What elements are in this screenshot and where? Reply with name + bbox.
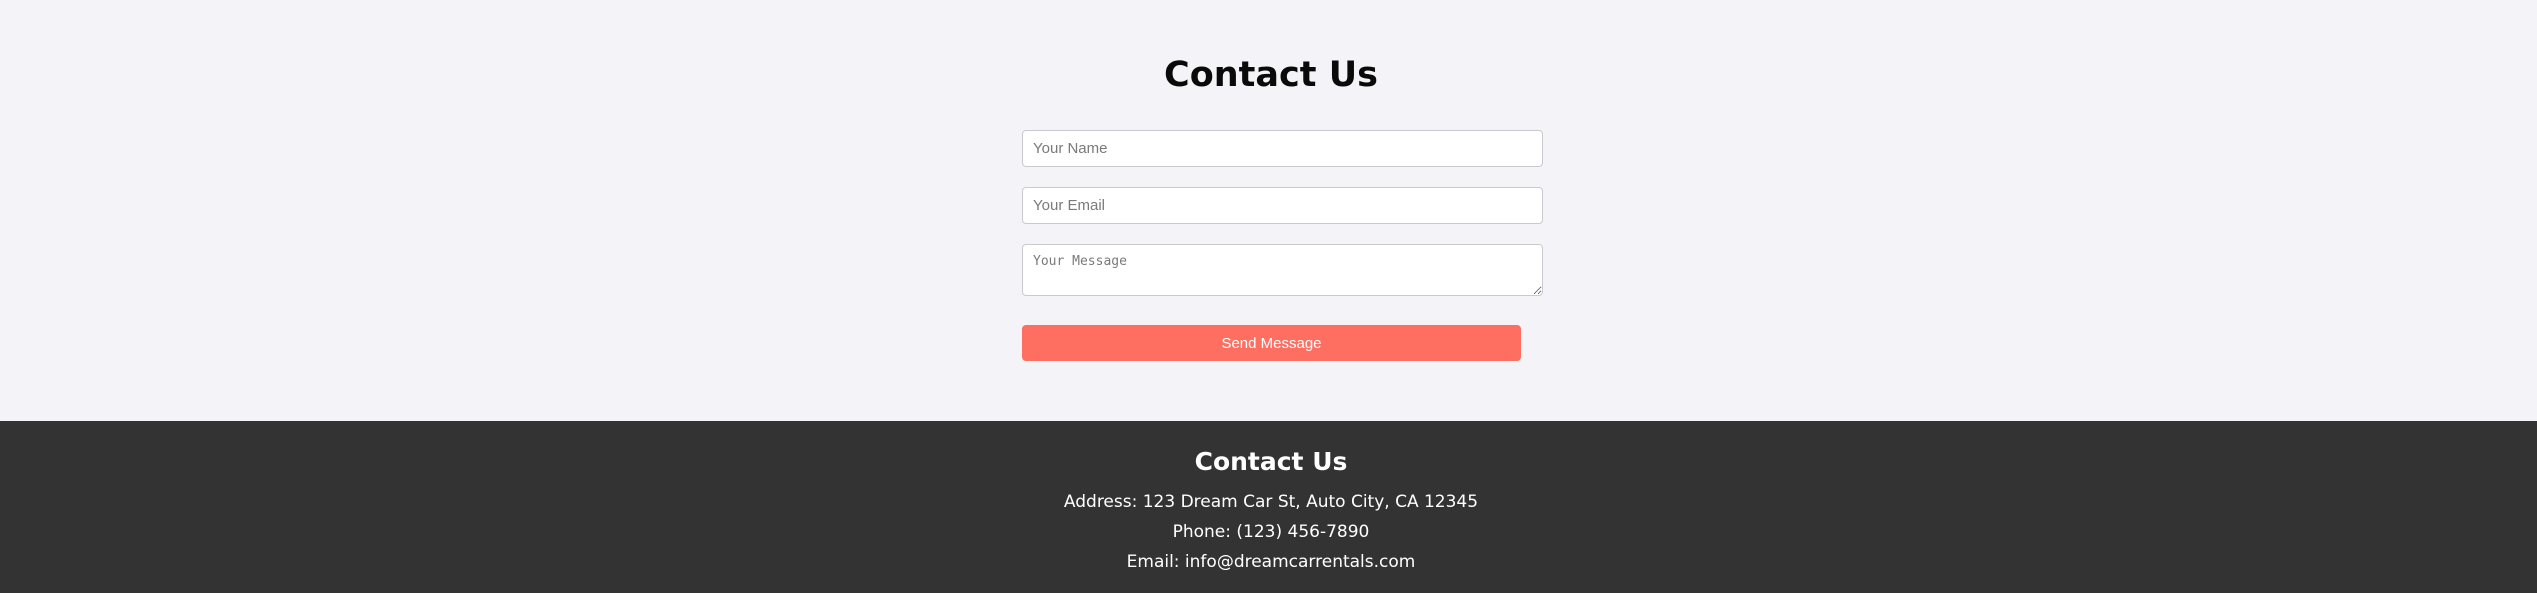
footer-phone: Phone: (123) 456-7890 — [1172, 522, 1370, 542]
contact-section: Contact Us Send Message — [0, 0, 2537, 421]
name-input[interactable] — [1022, 130, 1543, 167]
footer: Contact Us Address: 123 Dream Car St, Au… — [0, 421, 2537, 593]
footer-address: Address: 123 Dream Car St, Auto City, CA… — [1063, 492, 1479, 512]
footer-email: Email: info@dreamcarrentals.com — [1126, 552, 1416, 572]
footer-title: Contact Us — [1194, 447, 1348, 476]
email-input[interactable] — [1022, 187, 1543, 224]
send-message-button[interactable]: Send Message — [1022, 325, 1521, 361]
contact-title: Contact Us — [1164, 55, 1378, 95]
message-textarea[interactable] — [1022, 244, 1543, 296]
